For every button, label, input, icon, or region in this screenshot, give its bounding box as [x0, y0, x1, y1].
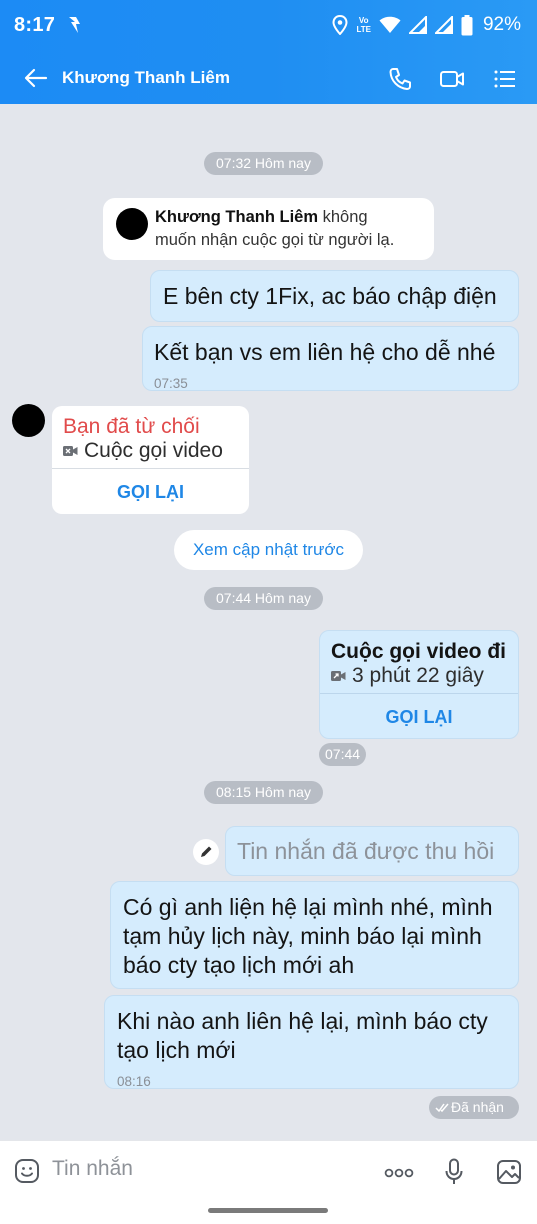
volte-icon: Vo LTE: [356, 16, 371, 34]
missed-video-icon: [63, 446, 78, 456]
location-icon: [332, 15, 348, 35]
chat-header: Khương Thanh Liêm: [0, 50, 537, 104]
gesture-nav-area: [0, 1200, 537, 1224]
message-text-line: Có gì anh liện hệ lại mình nhé, mình: [123, 894, 493, 920]
system-notice-line2: muốn nhận cuộc gọi từ người lạ.: [155, 231, 395, 249]
message-time: 07:35: [154, 376, 188, 391]
message-input-bar: Tin nhắn: [0, 1140, 537, 1200]
timestamp-divider: 07:44 Hôm nay: [204, 587, 323, 610]
status-indicators: Vo LTE 92%: [332, 12, 521, 38]
message-time-pill: 07:44: [319, 743, 367, 766]
system-notice: Khương Thanh Liêm không muốn nhận cuộc g…: [103, 198, 434, 260]
battery-percent: 92%: [482, 14, 521, 35]
declined-call-card: Bạn đã từ chối Cuộc gọi video GỌI LẠI: [52, 406, 249, 514]
delivery-status-text: Đã nhận: [451, 1099, 504, 1115]
message-text-line: báo cty tạo lịch mới ah: [123, 952, 355, 978]
volte-top-label: Vo: [358, 16, 369, 25]
wifi-icon: [379, 16, 401, 33]
signal-icon-2: [434, 16, 453, 34]
outgoing-video-icon: [331, 671, 346, 681]
status-time: 8:17: [14, 14, 56, 36]
system-notice-line1: không: [322, 208, 368, 226]
message-text: E bên cty 1Fix, ac báo chập điện: [163, 283, 497, 309]
call-status-title: Bạn đã từ chối: [63, 415, 200, 438]
call-duration-label: 3 phút 22 giây: [352, 664, 484, 687]
phone-icon[interactable]: [387, 66, 413, 92]
image-icon[interactable]: [496, 1159, 522, 1185]
avatar[interactable]: [12, 404, 45, 437]
double-check-icon: [435, 1103, 449, 1113]
outgoing-message[interactable]: E bên cty 1Fix, ac báo chập điện: [150, 270, 519, 322]
outgoing-call-card: Cuộc gọi video đi 3 phút 22 giây GỌI LẠI: [319, 630, 519, 739]
video-call-icon[interactable]: [439, 66, 465, 92]
timestamp-divider: 08:15 Hôm nay: [204, 781, 323, 804]
outgoing-message[interactable]: Có gì anh liện hệ lại mình nhé, mình tạm…: [110, 881, 519, 989]
call-type-label: Cuộc gọi video: [84, 439, 223, 462]
system-notice-name: Khương Thanh Liêm: [155, 208, 319, 226]
battery-icon: [461, 14, 473, 35]
message-time: 08:16: [117, 1074, 151, 1089]
call-status-title: Cuộc gọi video đi: [331, 640, 507, 663]
call-back-button[interactable]: GỌI LẠI: [320, 694, 518, 738]
call-duration: 3 phút 22 giây: [331, 663, 484, 689]
outgoing-message[interactable]: Kết bạn vs em liên hệ cho dễ nhé 07:35: [142, 326, 519, 391]
call-back-button[interactable]: GỌI LẠI: [52, 469, 249, 514]
timestamp-divider: 07:32 Hôm nay: [204, 152, 323, 175]
more-options-icon[interactable]: [384, 1168, 414, 1178]
status-bar: 8:17 Vo LTE 92%: [0, 0, 537, 50]
avatar[interactable]: [116, 208, 148, 240]
pencil-icon: [201, 846, 212, 857]
see-previous-updates-button[interactable]: Xem cập nhật trước: [174, 530, 363, 570]
recalled-message[interactable]: Tin nhắn đã được thu hồi: [225, 826, 519, 876]
system-notice-text: Khương Thanh Liêm không muốn nhận cuộc g…: [155, 206, 394, 252]
app-header-area: 8:17 Vo LTE 92% Khương Thanh Liêm: [0, 0, 537, 104]
message-text-line: Khi nào anh liên hệ lại, mình báo cty: [117, 1008, 488, 1034]
outgoing-message[interactable]: Khi nào anh liên hệ lại, mình báo cty tạ…: [104, 995, 519, 1089]
edit-icon[interactable]: [193, 839, 219, 865]
menu-list-icon[interactable]: [492, 66, 518, 92]
chat-area[interactable]: 07:32 Hôm nay Khương Thanh Liêm không mu…: [0, 104, 537, 1140]
emoji-icon[interactable]: [14, 1158, 40, 1184]
microphone-icon[interactable]: [444, 1158, 464, 1186]
back-arrow-icon[interactable]: [22, 64, 50, 92]
volte-lte-label: LTE: [356, 25, 371, 34]
signal-icon: [408, 16, 427, 34]
message-text: Kết bạn vs em liên hệ cho dễ nhé: [154, 339, 496, 365]
message-input[interactable]: Tin nhắn: [52, 1157, 133, 1181]
notification-icon: [69, 17, 80, 33]
home-indicator[interactable]: [208, 1208, 328, 1213]
contact-name[interactable]: Khương Thanh Liêm: [62, 68, 230, 88]
message-text-line: tạo lịch mới: [117, 1037, 236, 1063]
message-text-line: tạm hủy lịch này, minh báo lại mình: [123, 923, 482, 949]
call-type: Cuộc gọi video: [63, 438, 223, 464]
delivery-status-badge: Đã nhận: [429, 1096, 519, 1119]
